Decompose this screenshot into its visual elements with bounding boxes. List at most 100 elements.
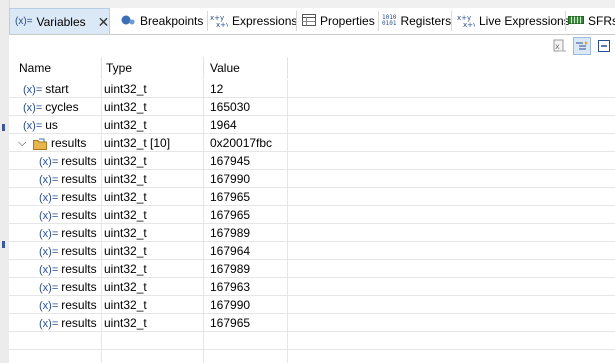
- variable-value: 167990: [204, 170, 288, 188]
- breakpoints-icon: [120, 14, 136, 29]
- variable-name: results: [61, 316, 97, 330]
- variable-type: uint32_t: [102, 296, 204, 314]
- svg-text:x+y: x+y: [463, 21, 475, 27]
- row-filler: [288, 260, 615, 278]
- row-filler: [288, 206, 615, 224]
- close-icon[interactable]: ✕: [98, 15, 110, 29]
- edge-marker: [2, 241, 5, 248]
- tab-label: SFRs: [588, 14, 615, 28]
- table-row-child[interactable]: (x)= results uint32_t 167990: [9, 296, 615, 314]
- table-row-child[interactable]: (x)= results uint32_t 167945: [9, 152, 615, 170]
- variable-value: 167963: [204, 278, 288, 296]
- row-filler: [288, 116, 615, 134]
- empty-row: [9, 350, 615, 363]
- column-header-name[interactable]: Name: [9, 57, 102, 79]
- svg-text:x: x: [555, 42, 560, 51]
- variable-name: results: [61, 262, 97, 276]
- row-filler: [288, 152, 615, 170]
- sfrs-icon: [568, 14, 584, 28]
- variable-icon: (x)=: [39, 300, 59, 312]
- table-row-child[interactable]: (x)= results uint32_t 167965: [9, 206, 615, 224]
- tab-label: Variables: [36, 14, 86, 29]
- row-filler: [288, 170, 615, 188]
- show-type-names-button[interactable]: x: [551, 37, 569, 55]
- variable-icon: (x)=: [39, 192, 59, 204]
- table-row-child[interactable]: (x)= results uint32_t 167989: [9, 224, 615, 242]
- chevron-down-icon[interactable]: ⌵: [18, 134, 26, 151]
- variable-value: 167964: [204, 242, 288, 260]
- variable-name: results: [61, 298, 97, 312]
- variable-name: results: [61, 154, 97, 168]
- variables-table: Name Type Value (x)= start uint32_t 12 (x…: [9, 57, 615, 363]
- variable-name: results: [61, 172, 97, 186]
- tab-separator: [565, 11, 566, 31]
- tab-separator: [296, 11, 297, 31]
- variable-type: uint32_t: [102, 170, 204, 188]
- table-header: Name Type Value: [9, 57, 615, 79]
- column-header-type[interactable]: Type: [102, 57, 204, 79]
- tab-expressions[interactable]: x+yx+y Expressions: [210, 8, 297, 34]
- variable-name: start: [45, 82, 69, 96]
- edge-marker: [2, 124, 5, 131]
- table-row[interactable]: (x)= cycles uint32_t 165030: [9, 98, 615, 116]
- variable-value: 167965: [204, 314, 288, 332]
- variable-value: 165030: [204, 98, 288, 116]
- variable-name: us: [45, 118, 58, 132]
- row-filler: [288, 80, 615, 98]
- row-filler: [288, 296, 615, 314]
- row-filler: [288, 134, 615, 152]
- variable-type: uint32_t: [102, 188, 204, 206]
- table-row[interactable]: (x)= start uint32_t 12: [9, 80, 615, 98]
- collapse-all-button[interactable]: [573, 37, 591, 55]
- variable-name: results: [61, 280, 97, 294]
- tab-sfrs[interactable]: SFRs: [568, 8, 615, 34]
- tab-properties[interactable]: Properties: [302, 8, 375, 34]
- tab-registers[interactable]: 1010 0101 Registers: [382, 8, 451, 34]
- variable-value: 12: [204, 80, 288, 98]
- tab-breakpoints[interactable]: Breakpoints: [120, 8, 203, 34]
- live-expressions-icon: x+yx+y: [457, 13, 477, 30]
- tab-separator: [378, 11, 379, 31]
- table-row-child[interactable]: (x)= results uint32_t 167990: [9, 170, 615, 188]
- variable-icon: (x)=: [39, 246, 59, 258]
- tab-label: Properties: [320, 14, 375, 28]
- table-row-child[interactable]: (x)= results uint32_t 167965: [9, 314, 615, 332]
- view-toolbar: x: [9, 35, 615, 57]
- tab-variables[interactable]: (x)= Variables ✕: [9, 8, 110, 34]
- tab-label: Live Expressions: [479, 14, 570, 28]
- view-tab-bar: (x)= Variables ✕ Breakpoints x+yx+y Expr…: [9, 8, 615, 35]
- collapse-all-icon: [576, 41, 588, 50]
- table-row-child[interactable]: (x)= results uint32_t 167964: [9, 242, 615, 260]
- variables-icon: (x)=: [15, 16, 33, 27]
- tab-separator: [207, 11, 208, 31]
- row-filler: [288, 188, 615, 206]
- row-filler: [288, 314, 615, 332]
- variable-value: 167965: [204, 188, 288, 206]
- variable-type: uint32_t: [102, 152, 204, 170]
- registers-icon: 1010 0101: [382, 14, 397, 27]
- variable-name: results: [61, 226, 97, 240]
- column-header-value[interactable]: Value: [204, 57, 288, 79]
- variable-icon: (x)=: [39, 318, 59, 330]
- row-filler: [288, 242, 615, 260]
- minimize-view-button[interactable]: [595, 37, 613, 55]
- table-row-child[interactable]: (x)= results uint32_t 167989: [9, 260, 615, 278]
- table-row-child[interactable]: (x)= results uint32_t 167965: [9, 188, 615, 206]
- variable-icon: (x)=: [39, 264, 59, 276]
- properties-icon: [302, 13, 316, 29]
- variable-value: 167965: [204, 206, 288, 224]
- table-row[interactable]: (x)= us uint32_t 1964: [9, 116, 615, 134]
- svg-text:x+y: x+y: [216, 21, 228, 27]
- variable-type: uint32_t: [102, 116, 204, 134]
- variable-name: results: [61, 244, 97, 258]
- variable-type: uint32_t: [102, 206, 204, 224]
- table-row-child[interactable]: (x)= results uint32_t 167963: [9, 278, 615, 296]
- expressions-icon: x+yx+y: [210, 13, 230, 30]
- variable-icon: (x)=: [39, 174, 59, 186]
- minimize-icon: [598, 40, 610, 52]
- variable-value: 1964: [204, 116, 288, 134]
- table-row-expandable[interactable]: ⌵ results uint32_t [10] 0x20017fbc: [9, 134, 615, 152]
- tab-separator: [451, 11, 452, 31]
- variable-name: cycles: [45, 100, 79, 114]
- tab-live-expressions[interactable]: x+yx+y Live Expressions: [457, 8, 570, 34]
